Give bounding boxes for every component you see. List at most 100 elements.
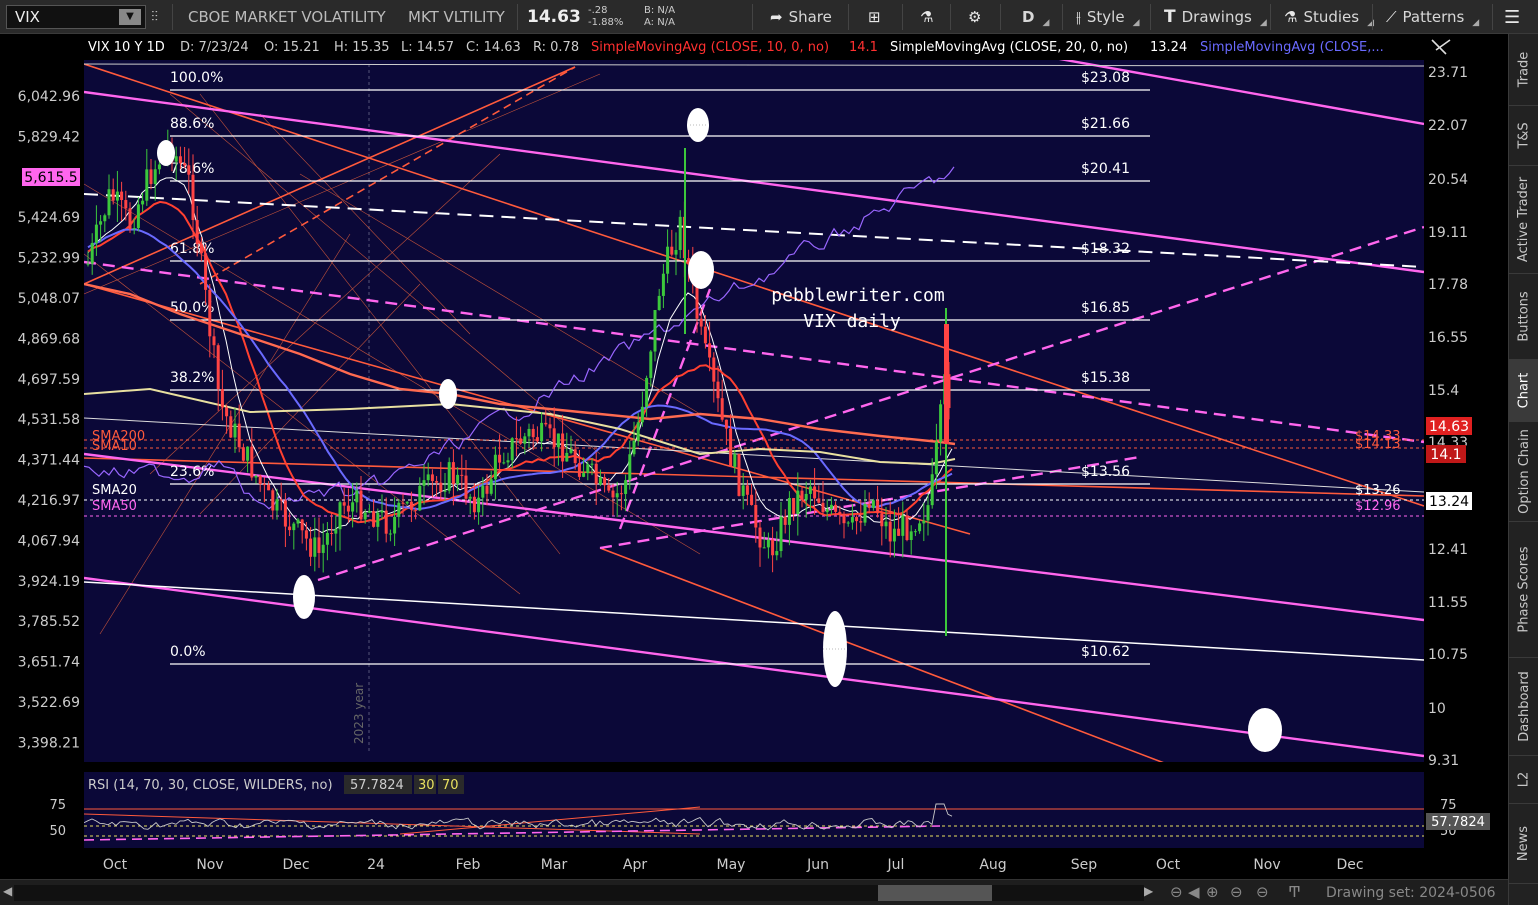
crosshair-icon[interactable]: ⊕	[1206, 883, 1219, 901]
side-tab-news[interactable]: News	[1509, 804, 1538, 884]
candle-body	[409, 501, 413, 510]
candle-body	[384, 510, 388, 534]
flask-icon: ⚗	[920, 8, 934, 26]
spx-price-tag: 5,615.5	[22, 168, 80, 186]
side-tab-t-s[interactable]: T&S	[1509, 106, 1538, 166]
scroll-right-icon[interactable]: ▶	[1144, 884, 1153, 898]
candle-body	[174, 156, 178, 162]
candle-body	[363, 512, 367, 520]
side-tab-option-chain[interactable]: Option Chain	[1509, 422, 1538, 522]
scroll-thumb[interactable]	[878, 885, 992, 901]
side-tab-trade[interactable]: Trade	[1509, 34, 1538, 106]
candle-body	[510, 438, 514, 461]
left-axis-label: 5,048.07	[18, 291, 80, 307]
symbol-selector[interactable]: VIX ▼	[6, 0, 146, 34]
studies-lab-button[interactable]: ⚗	[912, 0, 941, 34]
sma10-label: SMA10	[92, 439, 137, 454]
sma20-study-label[interactable]: SimpleMovingAvg (CLOSE, 20, 0, no)	[890, 40, 1128, 55]
candle-body	[334, 529, 338, 534]
candle-body	[871, 500, 875, 508]
fib-price-label: $13.56	[1081, 464, 1130, 480]
left-axis-label: 5,424.69	[18, 210, 80, 226]
candle-body	[275, 499, 279, 511]
candle-body	[439, 482, 443, 492]
sma10-study-label[interactable]: SimpleMovingAvg (CLOSE, 10, 0, no)	[591, 40, 829, 55]
candle-body	[586, 464, 590, 474]
chart-canvas[interactable]: 2023 year 100.0% $23.0888.6% $21.6678.6%…	[0, 34, 1508, 879]
watermark-title: VIX daily	[803, 311, 901, 332]
candle-body	[548, 424, 552, 429]
candle-body	[708, 343, 712, 358]
candle-body	[850, 517, 854, 523]
candle-body	[124, 200, 128, 209]
menu-button[interactable]: ☰	[1496, 0, 1528, 34]
candle-body	[944, 324, 949, 444]
rsi-value-tag: 57.7824	[1431, 815, 1485, 830]
time-scrollbar[interactable]: ◀ ▶ ⊖ ◀ ⊕ ⊖ ⊖ Ͳ Drawing set: 2024-0506	[0, 879, 1508, 905]
candle-body	[447, 462, 451, 491]
candle-body	[204, 253, 208, 290]
style-button[interactable]: ⫲ Style ◢	[1068, 0, 1147, 34]
settings-button[interactable]: ⚙	[960, 0, 989, 34]
side-tab-buttons[interactable]: Buttons	[1509, 274, 1538, 360]
candle-body	[699, 318, 703, 327]
share-button[interactable]: ➦ Share	[762, 0, 840, 34]
text-icon: T	[1164, 7, 1176, 27]
candle-body	[628, 454, 632, 481]
candle-body	[758, 527, 762, 548]
zoom-in-icon[interactable]: ⊖	[1230, 883, 1243, 901]
left-axis-label: 3,522.69	[18, 695, 80, 711]
rsi-left-axis-50: 50	[49, 824, 66, 839]
studies-button[interactable]: ⚗ Studies ◢	[1276, 0, 1382, 34]
percent-change: -1.88%	[588, 17, 624, 28]
pan-left-icon[interactable]: ◀	[1188, 883, 1200, 901]
symbol-settings-icon[interactable]: ⫶⫶	[151, 0, 158, 34]
rsi-study-label[interactable]: RSI (14, 70, 30, CLOSE, WILDERS, no)	[88, 778, 333, 793]
side-tab-active-trader[interactable]: Active Trader	[1509, 166, 1538, 274]
candle-body	[632, 440, 636, 455]
candle-body	[90, 242, 94, 264]
rsi-value-label: 57.7824	[350, 778, 404, 793]
fib-price-label: $20.41	[1081, 161, 1130, 177]
side-tab-l2[interactable]: L2	[1509, 756, 1538, 804]
side-tab-dashboard[interactable]: Dashboard	[1509, 658, 1538, 756]
candle-body	[481, 485, 485, 498]
flexible-grid-button[interactable]: ⊞	[860, 0, 889, 34]
candle-body	[859, 521, 863, 523]
candle-body	[145, 169, 149, 201]
candle-body	[792, 497, 796, 514]
symbol-description: CBOE MARKET VOLATILITY	[188, 8, 386, 26]
chart-panel[interactable]: 2023 year 100.0% $23.08 88.6% $21.66 78.…	[0, 34, 1508, 905]
zoom-reset-icon[interactable]: ⊖	[1256, 883, 1269, 901]
candle-body	[670, 246, 674, 255]
candle-body	[346, 505, 350, 512]
candle-body	[624, 480, 628, 494]
symbol-dropdown-icon[interactable]: ▼	[119, 9, 141, 25]
candle-body	[136, 204, 140, 229]
x-axis-labels: Oct Nov Dec 24 Feb Mar Apr May Jun Jul Aug Sep Oct No…	[103, 857, 1364, 873]
scroll-left-icon[interactable]: ◀	[3, 884, 12, 898]
candle-body	[279, 499, 283, 501]
candle-body	[208, 289, 212, 337]
side-tab-phase-scores[interactable]: Phase Scores	[1509, 522, 1538, 658]
drawing-set-label[interactable]: Drawing set: 2024-0506	[1326, 885, 1496, 901]
sma50-study-label[interactable]: SimpleMovingAvg (CLOSE,...	[1200, 40, 1384, 55]
candle-body	[565, 452, 569, 462]
zoom-fit-icon[interactable]: Ͳ	[1288, 883, 1301, 901]
candle-body	[645, 377, 649, 407]
candle-body	[594, 463, 598, 485]
side-tab-chart[interactable]: Chart	[1509, 360, 1538, 422]
candle-body	[468, 496, 472, 499]
left-axis-label: 4,869.68	[18, 331, 80, 347]
fib-percent-label: 100.0%	[170, 70, 223, 86]
candle-body	[485, 485, 489, 494]
symbol-text[interactable]: VIX	[15, 8, 40, 26]
drawings-button[interactable]: T Drawings ◢	[1156, 0, 1275, 34]
candle-body	[607, 485, 611, 491]
share-label: Share	[788, 8, 832, 26]
rsi-pane[interactable]: RSI (14, 70, 30, CLOSE, WILDERS, no) 57.…	[49, 772, 1490, 848]
interval-button[interactable]: D ◢	[1014, 0, 1057, 34]
patterns-button[interactable]: ⟋ Patterns ◢	[1378, 0, 1487, 34]
zoom-out-icon[interactable]: ⊖	[1170, 883, 1183, 901]
right-axis-label: 10.75	[1428, 647, 1468, 663]
